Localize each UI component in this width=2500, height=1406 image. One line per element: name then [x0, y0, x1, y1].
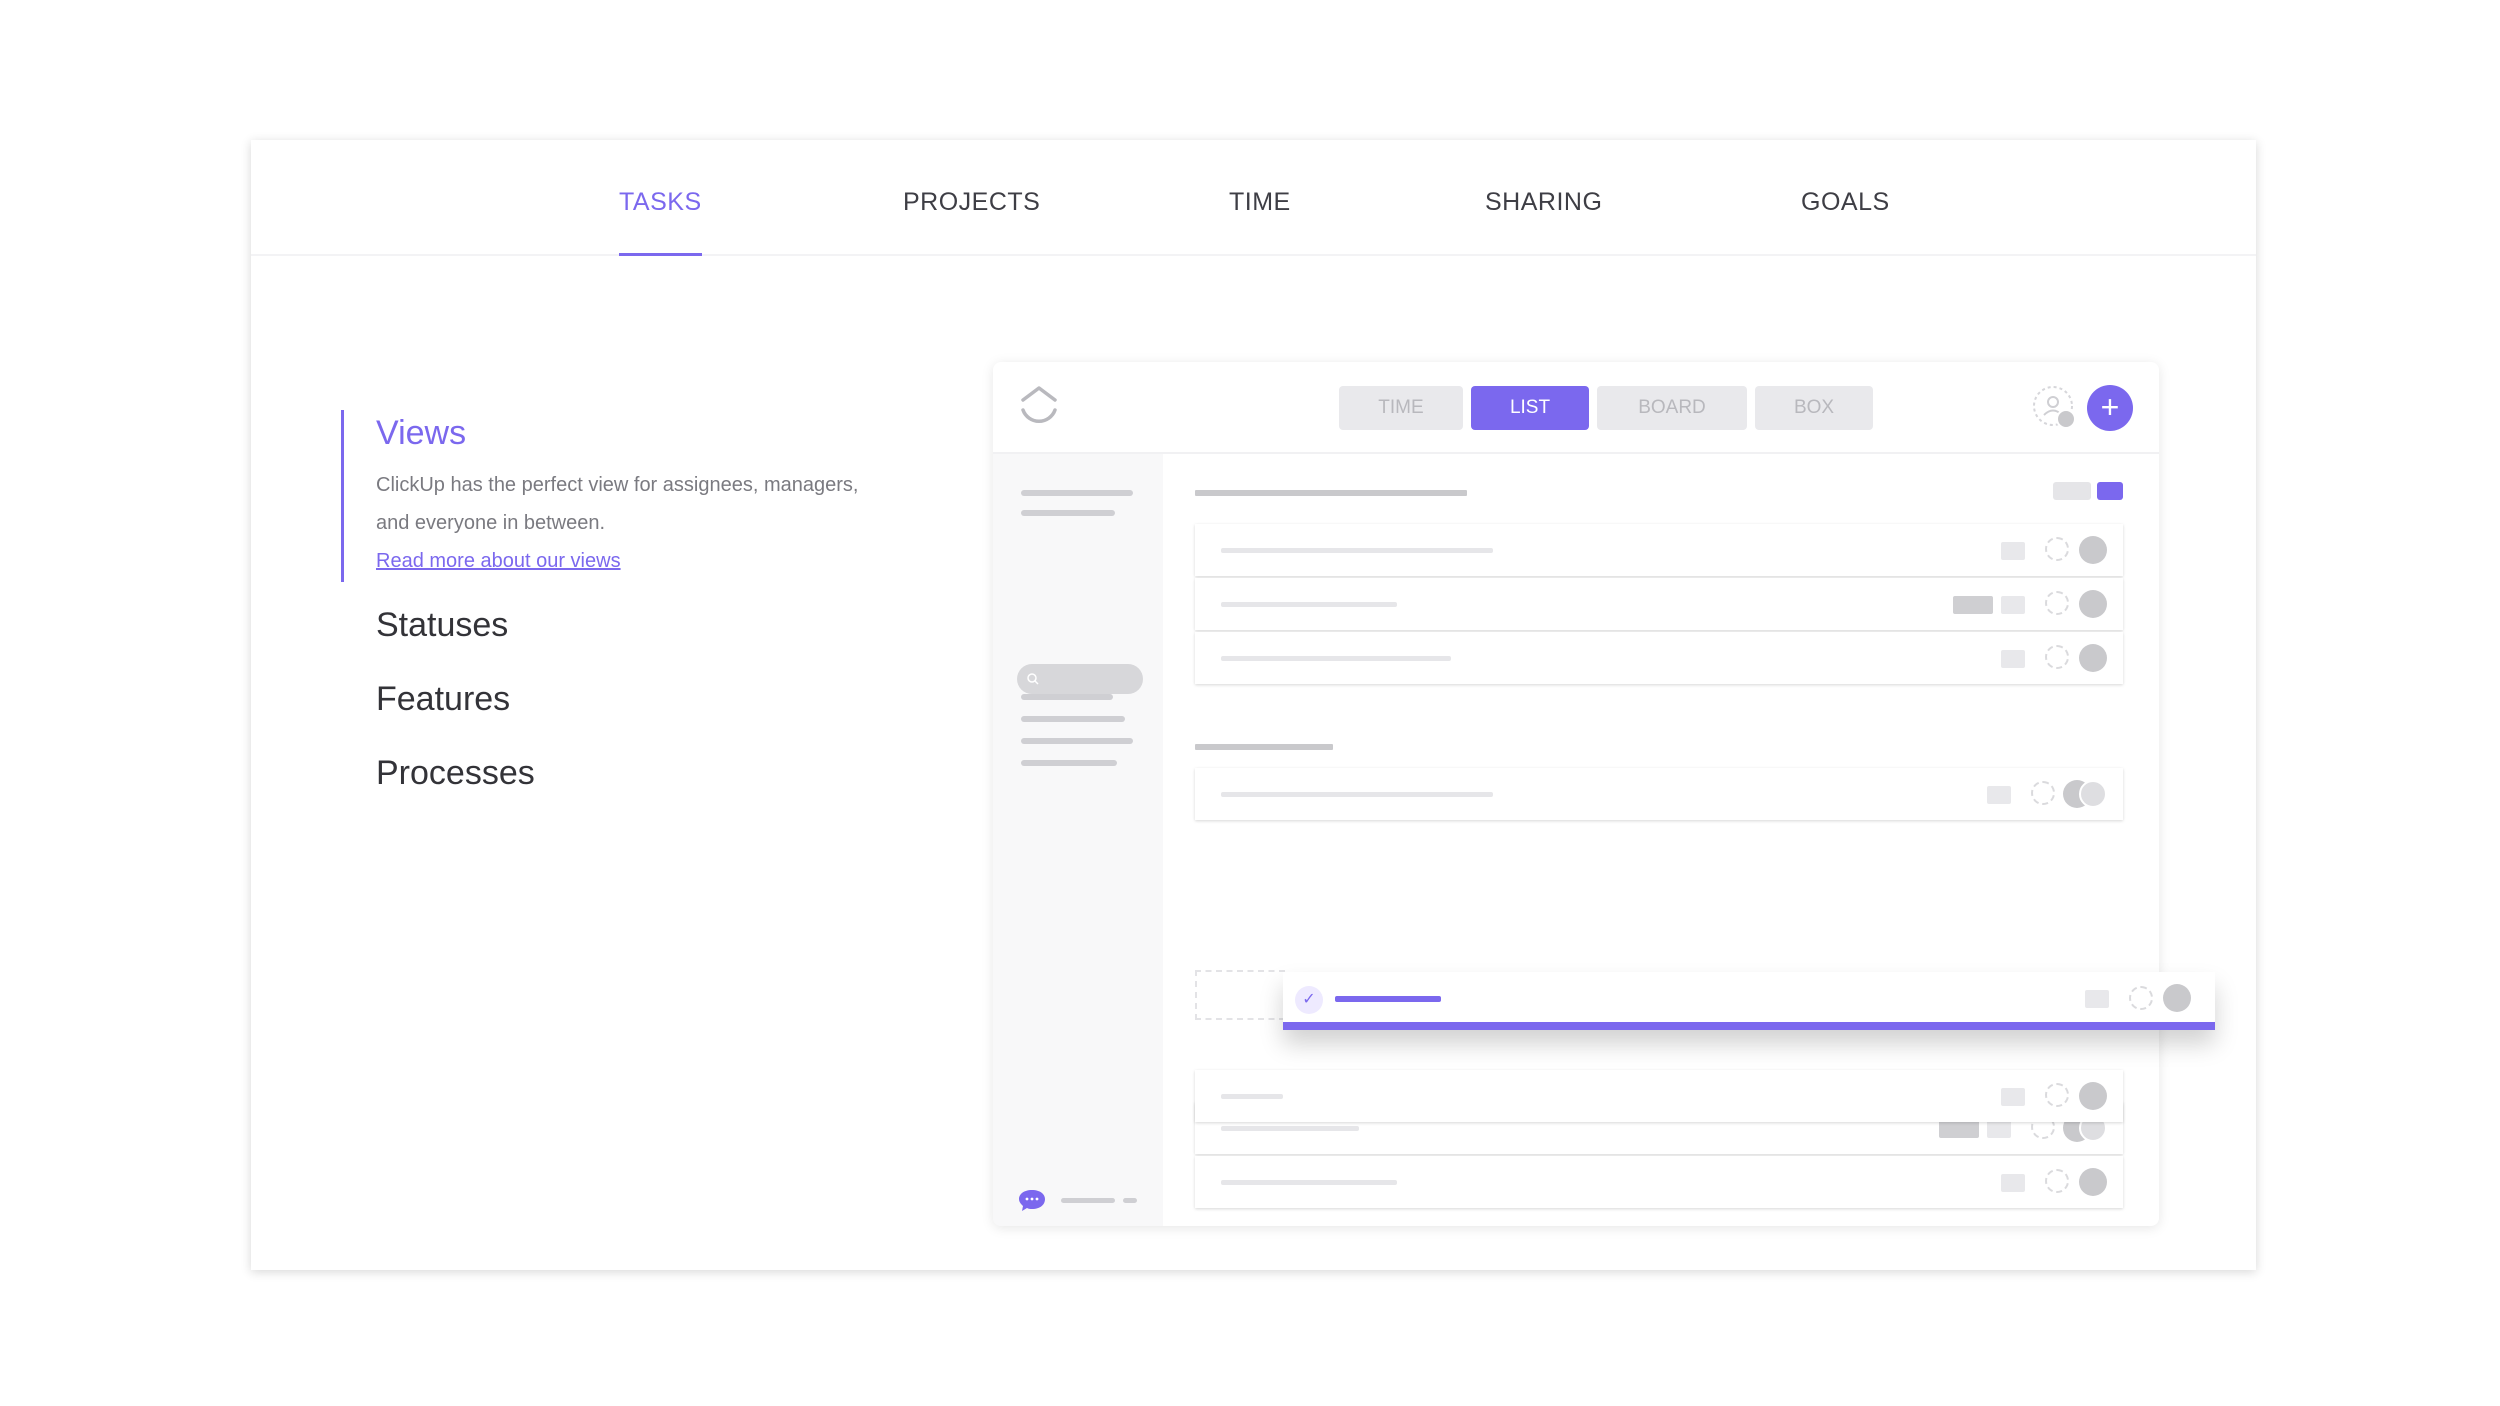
sidebar-placeholder-line: [1021, 760, 1117, 766]
avatar: [2163, 984, 2191, 1012]
feature-processes[interactable]: Processes: [341, 736, 941, 810]
tag-placeholder: [2085, 990, 2109, 1008]
task-row[interactable]: [1195, 632, 2123, 684]
task-title-placeholder: [1221, 548, 1493, 553]
tag-placeholder: [2001, 542, 2025, 560]
avatar: [2079, 1082, 2107, 1110]
view-toggle-on[interactable]: [2097, 482, 2123, 500]
tag-placeholder: [2001, 596, 2025, 614]
task-row[interactable]: [1195, 1156, 2123, 1208]
tab-sharing[interactable]: SHARING: [1485, 188, 1602, 257]
task-row[interactable]: [1195, 524, 2123, 576]
check-icon[interactable]: ✓: [1295, 986, 1323, 1014]
feature-title: Views: [376, 414, 467, 452]
tab-goals[interactable]: GOALS: [1801, 188, 1890, 257]
app-sidebar: [993, 454, 1163, 1226]
app-toolbar: TIME LIST BOARD BOX +: [993, 362, 2159, 454]
feature-features[interactable]: Features: [341, 662, 941, 736]
task-row[interactable]: [1195, 578, 2123, 630]
tag-placeholder: [2001, 650, 2025, 668]
task-title-placeholder: [1221, 1126, 1359, 1131]
assignee-placeholder: [2045, 537, 2069, 561]
read-more-link[interactable]: Read more about our views: [376, 542, 621, 580]
assignee-placeholder: [2045, 591, 2069, 615]
task-title-placeholder: [1221, 1180, 1397, 1185]
chat-placeholder-line: [1061, 1198, 1115, 1203]
group-header: [1195, 490, 1467, 496]
tag-placeholder: [2001, 1174, 2025, 1192]
group-header: [1195, 744, 1333, 750]
tab-bar: TASKS PROJECTS TIME SHARING GOALS: [251, 140, 2256, 256]
tag-placeholder: [1953, 596, 1993, 614]
assignee-placeholder: [2031, 781, 2055, 805]
search-icon: [1027, 673, 1039, 685]
assignee-placeholder: [2045, 1083, 2069, 1107]
view-board-button[interactable]: BOARD: [1597, 386, 1747, 430]
user-add-icon[interactable]: [2033, 386, 2077, 430]
view-time-button[interactable]: TIME: [1339, 386, 1463, 430]
tag-placeholder: [1987, 786, 2011, 804]
tab-time[interactable]: TIME: [1229, 188, 1291, 257]
task-title-placeholder: [1221, 792, 1493, 797]
avatar: [2079, 644, 2107, 672]
chat-icon[interactable]: [1017, 1188, 1047, 1212]
assignee-placeholder: [2045, 1169, 2069, 1193]
view-list-button[interactable]: LIST: [1471, 386, 1589, 430]
search-input[interactable]: [1017, 664, 1143, 694]
feature-views[interactable]: Views ClickUp has the perfect view for a…: [341, 410, 941, 582]
view-box-button[interactable]: BOX: [1755, 386, 1873, 430]
avatar: [2079, 536, 2107, 564]
assignee-placeholder: [2045, 645, 2069, 669]
assignee-placeholder: [2129, 986, 2153, 1010]
tag-placeholder: [1939, 1120, 1979, 1138]
clickup-logo-icon: [1021, 386, 1057, 423]
sidebar-placeholder-line: [1021, 694, 1113, 700]
feature-statuses[interactable]: Statuses: [341, 588, 941, 662]
tab-tasks[interactable]: TASKS: [619, 188, 702, 256]
task-row[interactable]: [1195, 1070, 2123, 1122]
view-toggle-off[interactable]: [2053, 482, 2091, 500]
task-title-placeholder: [1221, 602, 1397, 607]
tab-projects[interactable]: PROJECTS: [903, 188, 1040, 257]
tag-placeholder: [1987, 1120, 2011, 1138]
task-row[interactable]: [1195, 768, 2123, 820]
sidebar-placeholder-line: [1021, 510, 1115, 516]
feature-description-line2: and everyone in between.: [376, 512, 606, 534]
tag-placeholder: [2001, 1088, 2025, 1106]
feature-list: Views ClickUp has the perfect view for a…: [341, 410, 941, 810]
avatar: [2079, 590, 2107, 618]
feature-description-line1: ClickUp has the perfect view for assigne…: [376, 474, 859, 496]
avatar: [2079, 1168, 2107, 1196]
sidebar-placeholder-line: [1021, 716, 1125, 722]
plus-icon[interactable]: +: [2087, 385, 2133, 431]
avatar: [2079, 780, 2107, 808]
task-title-placeholder: [1221, 656, 1451, 661]
sidebar-placeholder-line: [1021, 738, 1133, 744]
sidebar-placeholder-line: [1021, 490, 1133, 496]
dragged-task-row[interactable]: ✓: [1283, 972, 2215, 1030]
task-title-placeholder: [1221, 1094, 1283, 1099]
task-title-placeholder: [1335, 996, 1441, 1002]
chat-placeholder-line: [1123, 1198, 1137, 1203]
drop-placeholder: [1195, 970, 1285, 1020]
